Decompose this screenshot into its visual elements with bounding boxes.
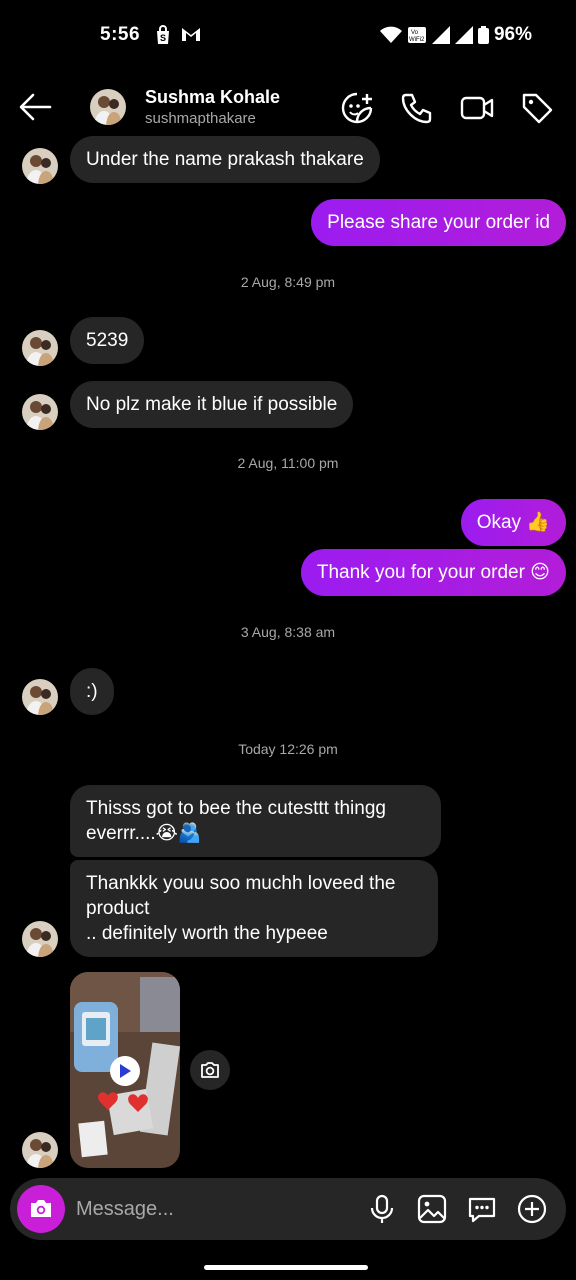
- message-line: product: [86, 898, 150, 919]
- sender-avatar[interactable]: [22, 394, 58, 430]
- tag-icon[interactable]: [520, 91, 554, 125]
- gmail-icon: [182, 28, 200, 41]
- chat-bubble-icon[interactable]: [466, 1193, 498, 1225]
- message-bubble-outgoing[interactable]: Please share your order id: [311, 199, 566, 246]
- timestamp-divider: 2 Aug, 11:00 pm: [237, 455, 339, 471]
- status-bar: 5:56 S Vo WiFi2 96%: [0, 0, 576, 72]
- shopping-bag-icon: S: [157, 25, 169, 44]
- gallery-icon[interactable]: [416, 1193, 448, 1225]
- message-bubble-incoming[interactable]: Thisss got to bee the cutesttt thingg ev…: [70, 785, 441, 857]
- message-line: everrr....😭🫂: [86, 823, 202, 844]
- sender-avatar[interactable]: [22, 921, 58, 957]
- avatar[interactable]: [90, 89, 126, 125]
- phone-icon[interactable]: [400, 91, 434, 125]
- home-indicator[interactable]: [204, 1265, 368, 1270]
- message-input[interactable]: [76, 1178, 356, 1240]
- signal-icon: [431, 26, 450, 44]
- camera-icon: [201, 1062, 219, 1078]
- message-line: Thisss got to bee the cutesttt thingg: [86, 798, 386, 819]
- plus-circle-icon[interactable]: [516, 1193, 548, 1225]
- video-camera-icon[interactable]: [460, 91, 494, 125]
- message-line: .. definitely worth the hypeee: [86, 923, 328, 944]
- battery-icon: [477, 26, 489, 44]
- message-bubble-incoming[interactable]: 5239: [70, 317, 145, 364]
- sender-avatar[interactable]: [22, 679, 58, 715]
- notification-icons: S: [154, 25, 202, 45]
- microphone-icon[interactable]: [366, 1193, 398, 1225]
- message-bubble-incoming[interactable]: Under the name prakash thakare: [70, 136, 380, 183]
- svg-text:Vo: Vo: [411, 30, 419, 36]
- video-thumbnail[interactable]: [70, 972, 180, 1168]
- message-composer: [10, 1178, 566, 1240]
- camera-button[interactable]: [17, 1185, 65, 1233]
- contact-name[interactable]: Sushma Kohale: [145, 87, 280, 108]
- battery-percentage: 96%: [493, 24, 532, 45]
- wifi-icon: [379, 26, 402, 43]
- svg-text:WiFi2: WiFi2: [409, 37, 425, 43]
- status-time: 5:56: [100, 24, 141, 45]
- message-bubble-outgoing[interactable]: Okay 👍: [460, 499, 566, 546]
- message-bubble-incoming[interactable]: :): [70, 668, 114, 715]
- status-right: Vo WiFi2 96%: [379, 24, 532, 46]
- sticker-add-icon[interactable]: [340, 91, 374, 125]
- message-bubble-incoming[interactable]: Thankkk youu soo muchh loveed the produc…: [70, 860, 438, 957]
- message-bubble-incoming[interactable]: No plz make it blue if possible: [70, 381, 354, 428]
- camera-icon: [31, 1200, 51, 1217]
- sender-avatar[interactable]: [22, 330, 58, 366]
- play-icon[interactable]: [110, 1056, 140, 1086]
- timestamp-divider: Today 12:26 pm: [238, 741, 338, 757]
- contact-username[interactable]: sushmapthakare: [145, 110, 256, 127]
- sender-avatar[interactable]: [22, 148, 58, 184]
- signal-icon-2: [454, 26, 473, 44]
- message-bubble-outgoing[interactable]: Thank you for your order 😊: [300, 549, 566, 596]
- message-line: Thankkk youu soo muchh loveed the: [86, 873, 396, 894]
- timestamp-divider: 3 Aug, 8:38 am: [240, 624, 336, 640]
- sender-avatar[interactable]: [22, 1132, 58, 1168]
- timestamp-divider: 2 Aug, 8:49 pm: [240, 274, 336, 290]
- chat-header: Sushma Kohale sushmapthakare: [0, 80, 576, 136]
- reply-camera-button[interactable]: [190, 1050, 230, 1090]
- svg-text:S: S: [160, 33, 166, 43]
- arrow-left-icon[interactable]: [18, 92, 52, 122]
- vowifi-icon: VoWiFi2: [407, 27, 426, 43]
